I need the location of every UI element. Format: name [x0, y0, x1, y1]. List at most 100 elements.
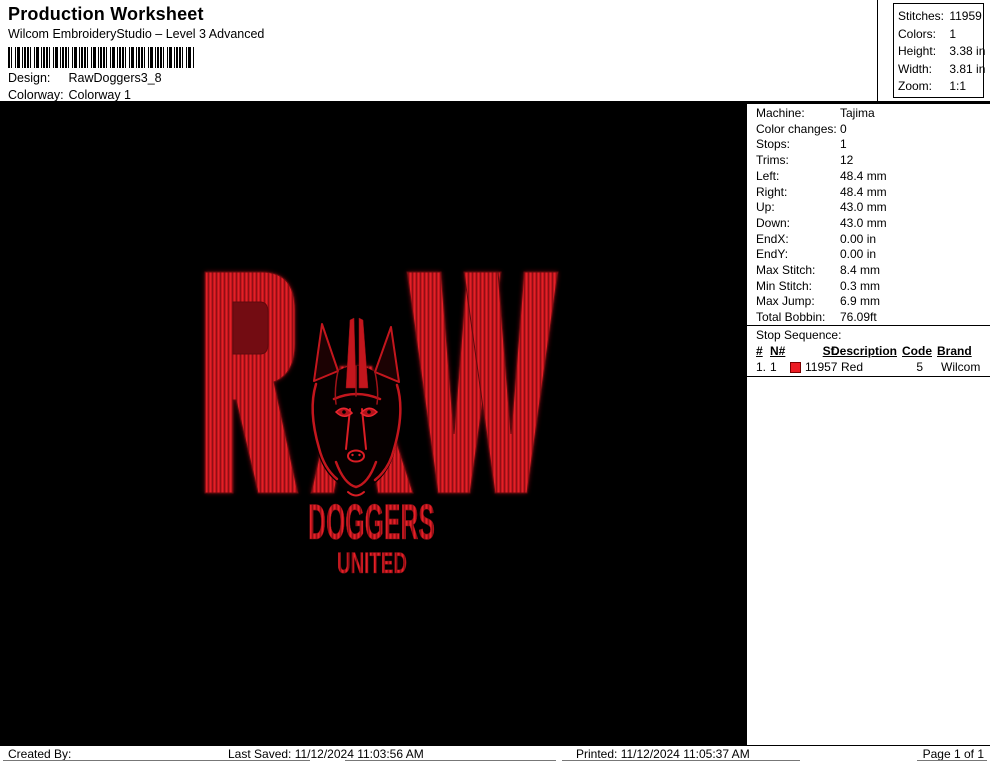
footer-rule [917, 760, 987, 761]
app-subtitle: Wilcom EmbroideryStudio – Level 3 Advanc… [8, 27, 265, 41]
info-value: 43.0 mm [840, 200, 887, 215]
thread-code: 5 [916, 360, 923, 374]
stat-row-height: Height: 3.38 in [898, 43, 986, 61]
info-label: Up: [756, 200, 775, 215]
page-indicator: Page 1 of 1 [922, 747, 984, 761]
info-row-trims: Trims: 12 [747, 153, 990, 169]
info-value: 1 [840, 137, 847, 152]
info-value: 48.4 mm [840, 168, 887, 183]
info-value: 0.3 mm [840, 278, 881, 293]
column-header-description: Description [831, 344, 898, 358]
column-header-brand: Brand [937, 344, 972, 358]
stat-label: Colors: [898, 26, 937, 41]
info-row-right: Right: 48.4 mm [747, 185, 990, 201]
footer-rule [345, 760, 556, 761]
info-row-machine: Machine: Tajima [747, 106, 990, 122]
machine-info-panel: Machine: Tajima Color changes: 0 Stops: 1 T… [747, 104, 990, 745]
info-row-up: Up: 43.0 mm [747, 200, 990, 216]
dog-nose [347, 449, 365, 463]
info-row-endy: EndY: 0.00 in [747, 247, 990, 263]
stat-row-colors: Colors: 1 [898, 26, 983, 44]
info-label: Machine: [756, 106, 805, 120]
info-label: Max Jump: [756, 294, 815, 309]
colorway-value: Colorway 1 [68, 88, 132, 102]
stat-value: 11959 [949, 9, 982, 23]
info-label: Left: [756, 168, 780, 183]
stat-label: Zoom: [898, 79, 933, 94]
column-header-needle: N# [770, 344, 786, 358]
info-label: Max Stitch: [756, 263, 816, 278]
info-row-stops: Stops: 1 [747, 137, 990, 153]
info-value: 12 [840, 153, 854, 168]
column-header-code: Code [902, 344, 932, 358]
design-value: RawDoggers3_8 [68, 71, 162, 85]
stat-row-stitches: Stitches: 11959 [898, 8, 983, 26]
stat-row-zoom: Zoom: 1:1 [898, 78, 983, 96]
last-saved-text: Last Saved: 11/12/2024 11:03:56 AM [228, 747, 424, 761]
info-value: 43.0 mm [840, 215, 887, 230]
stat-value: 3.38 in [949, 44, 986, 59]
column-header-num: # [756, 344, 763, 358]
stop-index: 1. [756, 360, 767, 374]
info-row-color-changes: Color changes: 0 [747, 122, 990, 138]
info-label: EndY: [756, 247, 789, 262]
info-row-endx: EndX: 0.00 in [747, 232, 990, 248]
thread-description: Red [841, 360, 864, 374]
a-apex-spike-right [358, 317, 369, 389]
production-worksheet-page: Production Worksheet Wilcom EmbroiderySt… [0, 0, 990, 762]
colorway-label: Colorway: [8, 88, 64, 102]
footer-rule [562, 760, 800, 761]
info-row-max-stitch: Max Stitch: 8.4 mm [747, 263, 990, 279]
panel-divider [747, 325, 990, 326]
info-label: Right: [756, 184, 788, 199]
design-label: Design: [8, 71, 51, 85]
thread-brand: Wilcom [941, 360, 981, 374]
united-text: UNITED [337, 547, 407, 580]
stat-row-width: Width: 3.81 in [898, 61, 986, 79]
info-label: Trims: [756, 153, 789, 168]
dog-nostril-right [358, 453, 361, 457]
dog-left-ear [313, 323, 339, 382]
info-row-total-bobbin: Total Bobbin: 76.09ft [747, 310, 990, 326]
info-label: Color changes: [756, 121, 837, 136]
info-value: 8.4 mm [840, 263, 881, 278]
stat-value: 1 [949, 26, 957, 41]
dog-left-pupil [342, 410, 346, 414]
colorway-row: Colorway: Colorway 1 [8, 88, 131, 102]
stat-value: 3.81 in [949, 61, 986, 76]
info-value: 76.09ft [840, 310, 877, 325]
design-barcode [8, 47, 195, 68]
footer-bar: Created By: Last Saved: 11/12/2024 11:03… [0, 745, 990, 762]
stop-sequence-row: 1. 1 11957 Red 5 Wilcom [747, 360, 990, 375]
thread-color-swatch [790, 362, 801, 373]
a-apex-spike-left [345, 317, 357, 389]
embroidery-design-graphic: DOGGERS UNITED [204, 271, 559, 580]
doggers-text: DOGGERS [308, 494, 435, 550]
info-value: Tajima [840, 106, 875, 120]
design-preview-canvas: DOGGERS UNITED [0, 104, 747, 745]
info-value: 0.00 in [840, 247, 877, 262]
panel-divider-bottom [747, 376, 990, 377]
stop-sequence-title: Stop Sequence: [756, 328, 842, 342]
stat-label: Height: [898, 44, 937, 59]
dog-nostril-left [351, 453, 354, 457]
info-row-down: Down: 43.0 mm [747, 216, 990, 232]
design-stats-box: Stitches: 11959 Colors: 1 Height: 3.38 i… [893, 3, 986, 98]
info-label: EndX: [756, 231, 789, 246]
info-label: Total Bobbin: [756, 310, 826, 325]
info-label: Down: [756, 215, 791, 230]
info-row-max-jump: Max Jump: 6.9 mm [747, 294, 990, 310]
info-row-left: Left: 48.4 mm [747, 169, 990, 185]
header-divider-line [877, 0, 878, 101]
info-value: 6.9 mm [840, 294, 881, 309]
info-value: 0 [840, 121, 847, 136]
page-title: Production Worksheet [8, 4, 204, 24]
stitch-count: 11957 [805, 360, 838, 374]
design-row: Design: RawDoggers3_8 [8, 71, 162, 85]
info-value: 48.4 mm [840, 184, 887, 199]
needle-number: 1 [770, 360, 777, 374]
info-label: Stops: [756, 137, 791, 152]
stat-value: 1:1 [949, 79, 967, 94]
stat-label: Width: [898, 61, 933, 76]
info-label: Min Stitch: [756, 278, 813, 293]
